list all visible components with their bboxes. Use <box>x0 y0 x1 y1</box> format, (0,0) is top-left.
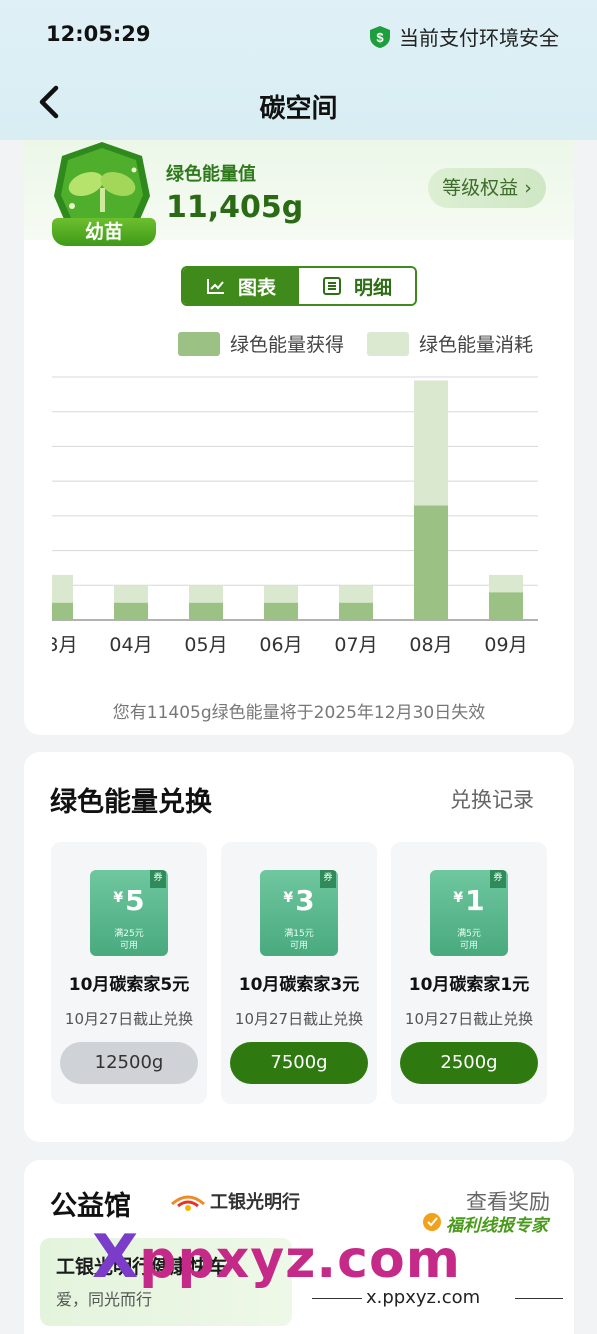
coupon-deadline: 10月27日截止兑换 <box>64 1010 194 1028</box>
tab-detail[interactable]: 明细 <box>299 268 415 304</box>
watermark-brand-text: 福利线报专家 <box>446 1216 548 1236</box>
coupon-amount: ¥5 <box>113 884 145 917</box>
legend-consume-swatch <box>367 331 409 356</box>
secure-indicator: $ 当前支付环境安全 <box>369 22 559 51</box>
coupon-card: 券 ¥3 满15元 可用 10月碳索家3元 10月27日截止兑换 7500g <box>221 842 377 1104</box>
watermark-small-text: x.ppxyz.com <box>366 1287 481 1308</box>
chart-line-icon <box>206 279 224 294</box>
shield-icon: $ <box>370 25 390 48</box>
exchange-card: 绿色能量兑换 兑换记录 券 ¥5 满25元 可用 10月碳索家5元 10月27日截… <box>24 752 574 1142</box>
coupon-name: 10月碳索家5元 <box>68 975 190 995</box>
coupon-ticket-icon: 券 ¥5 满25元 可用 <box>90 870 168 956</box>
tab-chart-label: 图表 <box>237 276 276 299</box>
energy-bar-chart: 03月 04月 05月 06月 07月 08月 09月 <box>24 365 538 665</box>
coupon-ticket-icon: 券 ¥3 满15元 可用 <box>260 870 338 956</box>
coupon-condition: 满25元 可用 <box>114 929 144 951</box>
energy-value: 11,405g <box>166 190 304 225</box>
bar-gain <box>339 602 373 620</box>
x-tick-label: 06月 <box>259 634 302 656</box>
coupon-condition: 满5元 可用 <box>457 929 481 951</box>
bar-gain <box>264 602 298 620</box>
coupon-card: 券 ¥5 满25元 可用 10月碳索家5元 10月27日截止兑换 12500g <box>51 842 207 1104</box>
legend-gain-swatch <box>178 331 220 356</box>
bar-consume <box>414 380 448 506</box>
expire-note: 您有11405g绿色能量将于2025年12月30日失效 <box>112 703 486 723</box>
tab-chart[interactable]: 图表 <box>183 268 299 304</box>
coupon-condition: 满15元 可用 <box>284 929 314 951</box>
bar-gain <box>52 602 73 620</box>
x-tick-label: 05月 <box>184 634 227 656</box>
bar-consume <box>489 574 523 593</box>
coupon-exchange-button[interactable]: 2500g <box>400 1042 538 1084</box>
x-tick-label: 08月 <box>409 634 452 656</box>
coupon-amount: ¥3 <box>283 884 315 917</box>
secure-text: 当前支付环境安全 <box>399 26 559 50</box>
bar-gain <box>414 505 448 620</box>
coupon-exchange-button[interactable]: 12500g <box>60 1042 198 1084</box>
coupon-exchange-button[interactable]: 7500g <box>230 1042 368 1084</box>
level-benefits-button[interactable]: 等级权益 › <box>428 168 546 208</box>
coupon-name: 10月碳索家1元 <box>408 975 530 995</box>
exchange-title: 绿色能量兑换 <box>50 787 212 818</box>
x-tick-label: 09月 <box>484 634 527 656</box>
bar-consume <box>52 574 73 603</box>
bar-consume <box>189 585 223 603</box>
bar-gain <box>489 592 523 620</box>
bar-consume <box>114 585 148 603</box>
exchange-history-link[interactable]: 兑换记录 <box>450 784 534 814</box>
x-tick-label: 04月 <box>109 634 152 656</box>
partner-name: 工银光明行 <box>210 1192 300 1213</box>
legend-gain: 绿色能量获得 <box>178 330 344 357</box>
chart-scroll-mask <box>24 365 52 665</box>
status-time: 12:05:29 <box>46 22 151 46</box>
status-bar: 12:05:29 $ 当前支付环境安全 <box>0 0 597 70</box>
coupon-deadline: 10月27日截止兑换 <box>234 1010 364 1028</box>
legend-gain-text: 绿色能量获得 <box>230 334 345 356</box>
coupon-name: 10月碳索家3元 <box>238 975 360 995</box>
coupon-amount: ¥1 <box>453 884 485 917</box>
legend-consume: 绿色能量消耗 <box>367 330 533 357</box>
energy-card: 幼苗 绿色能量值 11,405g 等级权益 › 图表 明细 绿色能量获得 绿色能… <box>24 140 574 735</box>
x-tick-label: 07月 <box>334 634 377 656</box>
watermark-big-text: Xppxyz.com <box>92 1222 461 1292</box>
watermark-rule-left <box>312 1298 362 1299</box>
coupon-ticket-icon: 券 ¥1 满5元 可用 <box>430 870 508 956</box>
page-title: 碳空间 <box>259 94 338 124</box>
tab-detail-label: 明细 <box>353 276 392 299</box>
charity-title: 公益馆 <box>50 1191 131 1222</box>
view-toggle: 图表 明细 <box>181 266 417 306</box>
coupon-deadline: 10月27日截止兑换 <box>404 1010 534 1028</box>
bar-consume <box>264 585 298 603</box>
bar-consume <box>339 585 373 603</box>
watermark-rule-right <box>515 1298 563 1299</box>
list-detail-icon <box>322 277 341 295</box>
bar-gain <box>114 602 148 620</box>
energy-label: 绿色能量值 <box>166 164 256 185</box>
legend-consume-text: 绿色能量消耗 <box>419 334 534 356</box>
svg-text:$: $ <box>376 30 384 45</box>
coupon-card: 券 ¥1 满5元 可用 10月碳索家1元 10月27日截止兑换 2500g <box>391 842 547 1104</box>
level-badge-label: 幼苗 <box>52 218 156 246</box>
bar-gain <box>189 602 223 620</box>
icbc-sun-logo-icon <box>171 1195 205 1211</box>
